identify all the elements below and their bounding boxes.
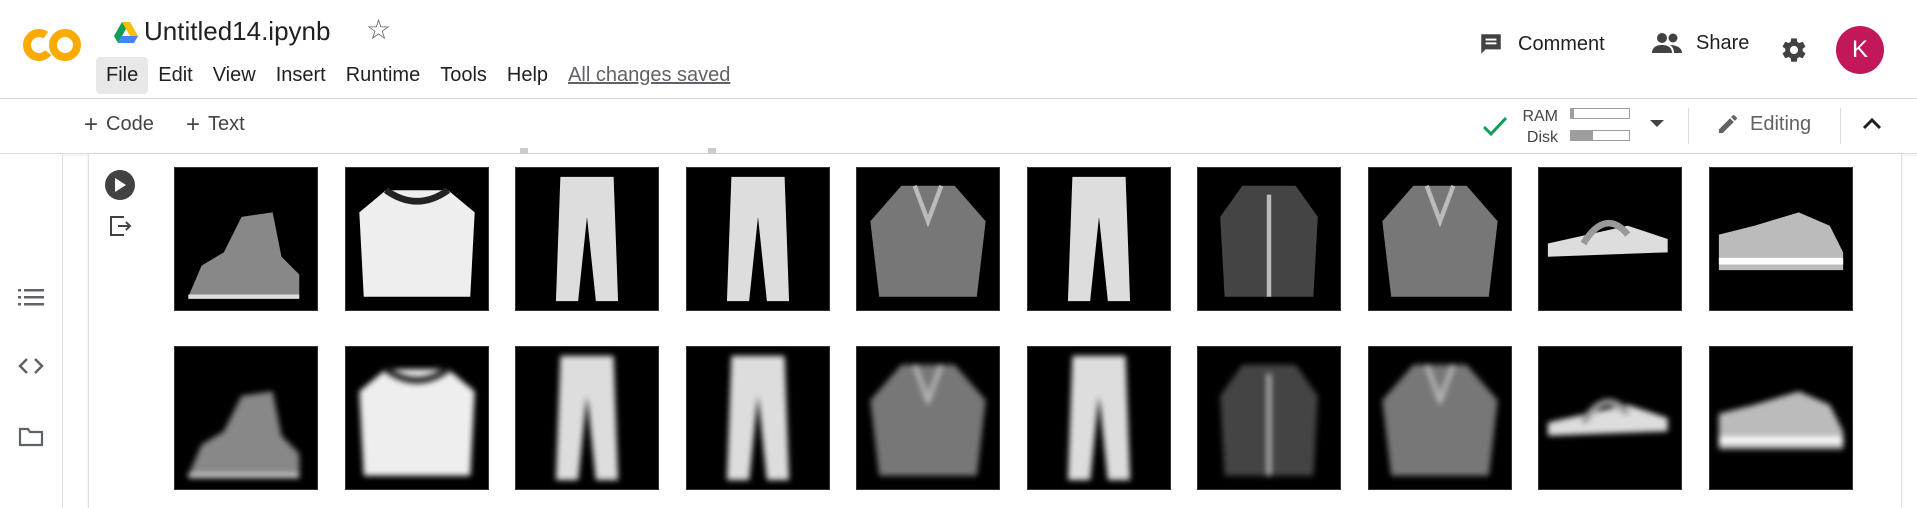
menu-view[interactable]: View [203,57,266,94]
play-icon [115,178,126,192]
original-image-shirt [856,167,1000,311]
resource-labels[interactable]: RAM Disk [1516,106,1558,148]
gear-icon[interactable] [1780,36,1808,64]
original-image-shirt [1368,167,1512,311]
code-icon[interactable] [18,355,44,377]
reconstructed-image-sandal [1538,346,1682,490]
original-image-sandal [1538,167,1682,311]
run-cell-button[interactable] [105,170,135,200]
original-image-coat [1197,167,1341,311]
add-code-label: Code [106,113,154,135]
original-image-pullover [345,167,489,311]
ram-label: RAM [1522,108,1558,125]
disk-label: Disk [1526,129,1558,146]
add-text-button[interactable]: + Text [186,110,245,138]
original-image-trouser [1027,167,1171,311]
original-image-trouser [515,167,659,311]
editing-label: Editing [1750,112,1812,135]
share-button[interactable]: Share [1652,31,1749,55]
chevron-up-icon[interactable] [1862,116,1882,130]
resources-dropdown-icon[interactable] [1650,120,1664,127]
people-icon [1652,33,1682,53]
menu-runtime[interactable]: Runtime [336,57,430,94]
original-image-sneaker [1709,167,1853,311]
editing-mode-button[interactable]: Editing [1716,112,1811,136]
menu-insert[interactable]: Insert [266,57,336,94]
ram-usage-bar[interactable] [1570,108,1630,119]
menu-bar: File Edit View Insert Runtime Tools Help… [96,56,740,94]
menu-edit[interactable]: Edit [148,57,202,94]
header: Untitled14.ipynb ☆ File Edit View Insert… [0,0,1917,99]
divider [1840,108,1841,144]
folder-icon[interactable] [18,426,44,448]
clipped-code-text [520,140,1020,154]
plus-icon: + [84,110,99,138]
reconstructed-image-sneaker [1709,346,1853,490]
share-label: Share [1696,31,1750,54]
menu-file[interactable]: File [96,56,149,94]
plus-icon: + [186,110,201,138]
pencil-icon [1719,114,1738,133]
comment-label: Comment [1518,32,1605,55]
original-image-trouser [686,167,830,311]
reconstructed-image-shirt [856,346,1000,490]
comment-icon [1481,34,1501,54]
left-sidebar [0,154,63,508]
reconstructed-image-ankle-boot [174,346,318,490]
original-image-ankle-boot [174,167,318,311]
list-icon[interactable] [18,286,44,308]
reconstructed-image-pullover [345,346,489,490]
menu-help[interactable]: Help [497,57,558,94]
add-text-label: Text [208,113,245,135]
ram-usage-fill [1571,109,1574,118]
check-icon [1482,116,1508,137]
save-status-link[interactable]: All changes saved [558,57,740,94]
output-icon[interactable] [108,214,132,238]
disk-usage-bar[interactable] [1570,130,1630,141]
reconstructed-image-coat [1197,346,1341,490]
divider [1688,108,1689,144]
google-drive-icon [114,22,138,43]
reconstructed-image-trouser [686,346,830,490]
colab-logo[interactable] [22,26,84,64]
reconstructed-image-trouser [1027,346,1171,490]
reconstructed-image-trouser [515,346,659,490]
add-code-button[interactable]: + Code [84,110,154,138]
notebook-title[interactable]: Untitled14.ipynb [144,16,330,47]
disk-usage-fill [1571,131,1594,140]
star-icon[interactable]: ☆ [366,16,391,44]
avatar[interactable]: K [1836,26,1884,74]
comment-button[interactable]: Comment [1478,31,1605,57]
menu-tools[interactable]: Tools [430,57,497,94]
reconstructed-image-shirt [1368,346,1512,490]
